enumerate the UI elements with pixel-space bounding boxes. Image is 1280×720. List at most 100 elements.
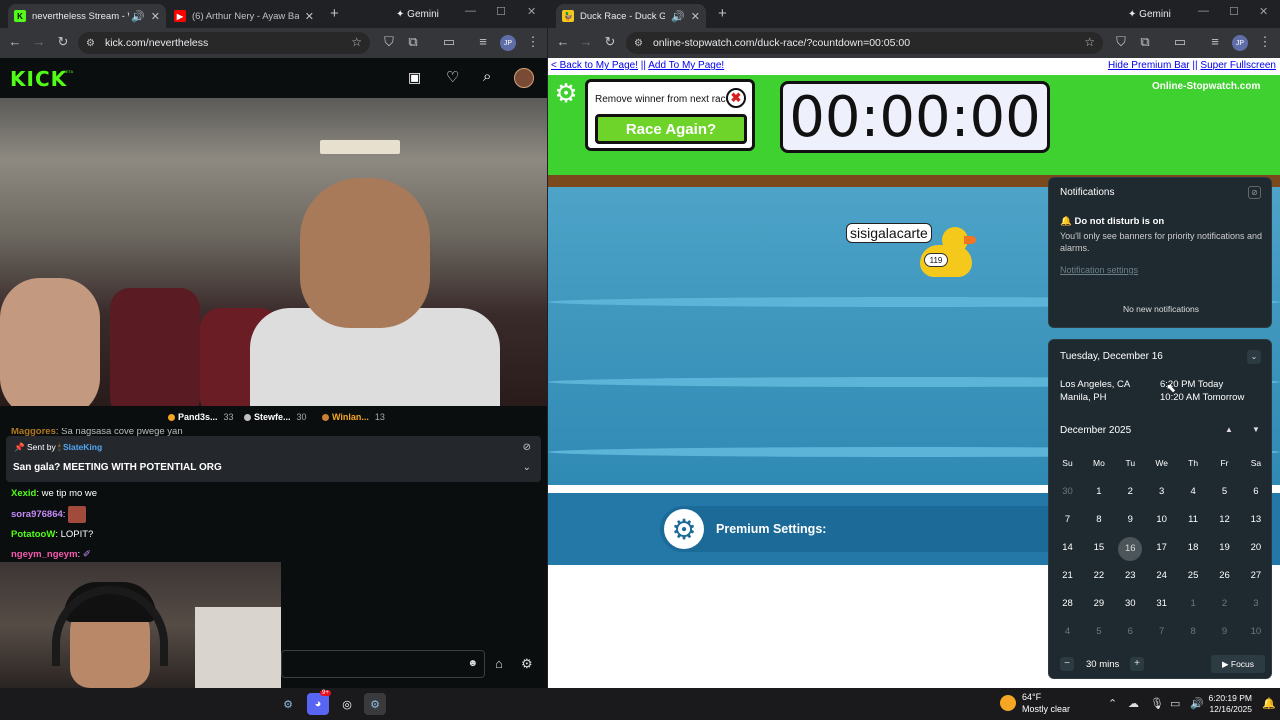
- calendar-day[interactable]: 2: [1209, 593, 1240, 615]
- calendar-day[interactable]: 27: [1240, 565, 1271, 587]
- remove-winner-toggle[interactable]: ✖: [726, 88, 746, 108]
- gemini-button[interactable]: ✦ Gemini: [1120, 5, 1179, 23]
- bookmark-star-icon[interactable]: ☆: [1084, 35, 1095, 49]
- reload-icon[interactable]: ↻: [601, 34, 619, 50]
- chat-user[interactable]: PotatooW: [11, 529, 55, 540]
- close-icon[interactable]: ✕: [151, 10, 160, 23]
- calendar-day[interactable]: 20: [1240, 537, 1271, 559]
- mute-icon[interactable]: 🔊: [131, 10, 145, 23]
- add-to-page-link[interactable]: Add To My Page!: [648, 60, 724, 71]
- focus-button[interactable]: ▶ Focus: [1211, 655, 1265, 673]
- clips-icon[interactable]: ▣: [408, 69, 421, 86]
- calendar-day[interactable]: 9: [1209, 621, 1240, 643]
- close-icon[interactable]: ✕: [305, 10, 314, 23]
- back-icon[interactable]: ←: [6, 34, 24, 49]
- calendar-day-today[interactable]: 16: [1115, 537, 1146, 561]
- calendar-day[interactable]: 30: [1052, 481, 1083, 503]
- minimize-icon[interactable]: —: [1198, 5, 1209, 17]
- calendar-day[interactable]: 11: [1178, 509, 1209, 531]
- prev-month-icon[interactable]: ▲: [1225, 425, 1233, 434]
- calendar-day[interactable]: 5: [1083, 621, 1114, 643]
- calendar-day[interactable]: 6: [1115, 621, 1146, 643]
- close-window-icon[interactable]: ✕: [527, 5, 536, 18]
- display-icon[interactable]: ▭: [1170, 697, 1180, 710]
- discord-icon[interactable]: ◕: [307, 693, 329, 715]
- stream-video[interactable]: [0, 98, 547, 406]
- calendar-day[interactable]: 30: [1115, 593, 1146, 615]
- calendar-day[interactable]: 12: [1209, 509, 1240, 531]
- calendar-day[interactable]: 4: [1178, 481, 1209, 503]
- kick-logo[interactable]: KICK: [10, 67, 67, 91]
- chat-input[interactable]: ☻: [281, 650, 485, 678]
- steam-icon[interactable]: ⚙: [277, 693, 299, 715]
- emoji-icon[interactable]: ☻: [467, 658, 478, 669]
- super-fullscreen-link[interactable]: Super Fullscreen: [1200, 60, 1276, 71]
- calendar-day[interactable]: 25: [1178, 565, 1209, 587]
- steam-active-icon[interactable]: ⚙: [364, 693, 386, 715]
- calendar-day[interactable]: 7: [1052, 509, 1083, 531]
- back-icon[interactable]: ←: [554, 34, 572, 49]
- maximize-icon[interactable]: ☐: [1229, 5, 1239, 18]
- calendar-day[interactable]: 29: [1083, 593, 1114, 615]
- close-icon[interactable]: ✕: [691, 10, 700, 23]
- onedrive-icon[interactable]: ☁: [1128, 697, 1139, 710]
- pinned-user[interactable]: SlateKing: [63, 442, 102, 452]
- chevron-down-icon[interactable]: ⌄: [1247, 350, 1261, 364]
- new-tab-button[interactable]: +: [718, 5, 727, 22]
- calendar-day[interactable]: 9: [1115, 509, 1146, 531]
- chevron-up-icon[interactable]: ⌃: [1108, 697, 1117, 710]
- mic-icon[interactable]: 🎙: [1150, 697, 1164, 710]
- chat-user[interactable]: ngeym_ngeym: [11, 549, 78, 560]
- gemini-button[interactable]: ✦ Gemini: [388, 5, 447, 23]
- calendar-day[interactable]: 8: [1178, 621, 1209, 643]
- calendar-day[interactable]: 2: [1115, 481, 1146, 503]
- calendar-day[interactable]: 14: [1052, 537, 1083, 559]
- plus-icon[interactable]: +: [1130, 657, 1144, 671]
- premium-settings[interactable]: ⚙ Premium Settings:: [660, 506, 1080, 552]
- hide-premium-bar-link[interactable]: Hide Premium Bar: [1108, 60, 1190, 71]
- notification-settings-link[interactable]: Notification settings: [1060, 265, 1138, 275]
- dnd-toggle-icon[interactable]: ⊘: [1248, 186, 1261, 199]
- maximize-icon[interactable]: ☐: [496, 5, 506, 18]
- bookmark-star-icon[interactable]: ☆: [351, 35, 362, 49]
- gear-icon[interactable]: ⚙: [521, 656, 533, 672]
- leader-3[interactable]: Winlan... 13: [322, 412, 385, 422]
- tab-kick[interactable]: K nevertheless Stream - Watc 🔊 ✕: [8, 4, 166, 28]
- stopwatch-logo[interactable]: Online-Stopwatch.com: [1152, 81, 1260, 92]
- volume-icon[interactable]: 🔊: [1190, 697, 1204, 710]
- leader-1[interactable]: Pand3s... 33: [168, 412, 234, 422]
- unpin-icon[interactable]: ⊘: [523, 442, 531, 453]
- tab-duck-race[interactable]: 🦆 Duck Race - Duck Games 🔊 ✕: [556, 4, 706, 28]
- system-clock[interactable]: 6:20:19 PM 12/16/2025: [1206, 693, 1252, 715]
- close-window-icon[interactable]: ✕: [1259, 5, 1268, 18]
- shield-icon[interactable]: ⛉: [380, 34, 398, 50]
- back-to-page-link[interactable]: < Back to My Page!: [551, 60, 638, 71]
- calendar-day[interactable]: 19: [1209, 537, 1240, 559]
- user-avatar[interactable]: [514, 68, 534, 88]
- minimize-icon[interactable]: —: [465, 5, 476, 17]
- cast-icon[interactable]: ▭: [440, 34, 458, 50]
- calendar-day[interactable]: 7: [1146, 621, 1177, 643]
- reload-icon[interactable]: ↻: [54, 34, 72, 50]
- calendar-day[interactable]: 21: [1052, 565, 1083, 587]
- race-again-button[interactable]: Race Again?: [595, 114, 747, 144]
- chat-user[interactable]: sora976864: [11, 509, 63, 520]
- menu-icon[interactable]: ⋮: [524, 34, 542, 50]
- forward-icon[interactable]: →: [30, 34, 48, 49]
- address-bar[interactable]: ⚙ kick.com/nevertheless ☆: [78, 32, 370, 54]
- calendar-day[interactable]: 1: [1083, 481, 1114, 503]
- calendar-day[interactable]: 17: [1146, 537, 1177, 559]
- media-icon[interactable]: ≡: [1206, 34, 1224, 49]
- chat-user[interactable]: Xexid: [11, 488, 36, 499]
- address-bar[interactable]: ⚙ online-stopwatch.com/duck-race/?countd…: [626, 32, 1103, 54]
- calendar-day[interactable]: 6: [1240, 481, 1271, 503]
- search-icon[interactable]: ⌕: [483, 68, 491, 85]
- next-month-icon[interactable]: ▼: [1252, 425, 1260, 434]
- store-icon[interactable]: ⌂: [495, 656, 503, 671]
- calendar-day[interactable]: 5: [1209, 481, 1240, 503]
- calendar-day[interactable]: 3: [1146, 481, 1177, 503]
- extensions-icon[interactable]: ⧉: [404, 34, 422, 50]
- bell-icon[interactable]: 🔔: [1262, 697, 1276, 710]
- calendar-day[interactable]: 26: [1209, 565, 1240, 587]
- shield-icon[interactable]: ⛉: [1112, 34, 1130, 50]
